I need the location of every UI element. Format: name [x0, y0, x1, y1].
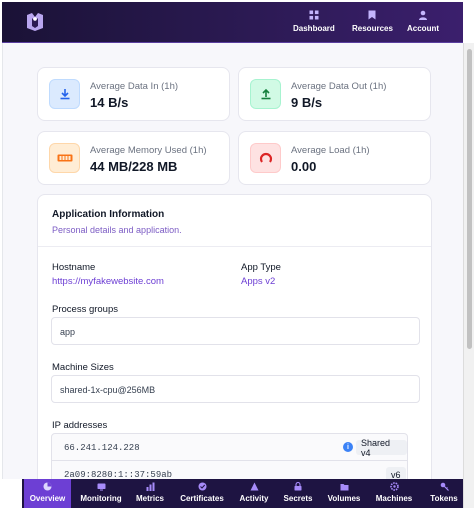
tab-label: Secrets: [283, 494, 313, 503]
stat-card-data-in: Average Data In (1h) 14 B/s: [37, 67, 230, 121]
machine-sizes-field: shared-1x-cpu@256MB: [51, 375, 420, 403]
section-subtitle: Personal details and application.: [52, 225, 182, 235]
tab-activity[interactable]: Activity: [235, 479, 273, 508]
tab-label: Activity: [239, 494, 269, 503]
tab-monitoring[interactable]: Monitoring: [78, 479, 124, 508]
user-icon: [418, 10, 428, 20]
pie-icon: [43, 482, 52, 491]
divider: [38, 246, 431, 247]
bookmark-icon: [367, 10, 377, 20]
application-info-card: Application Information Personal details…: [37, 194, 432, 479]
nav-account[interactable]: Account: [407, 10, 439, 33]
stat-card-memory: Average Memory Used (1h) 44 MB/228 MB: [37, 131, 230, 185]
ip-row: 66.241.124.228 i Shared v4: [51, 433, 408, 461]
process-groups-value: app: [60, 327, 76, 337]
memory-icon: [49, 143, 80, 173]
tab-label: Tokens: [430, 494, 458, 503]
bottom-tab-bar: Overview Monitoring Metrics Certificates…: [22, 479, 463, 508]
ip-address: 2a09:8280:1::37:59ab: [64, 470, 173, 479]
tab-label: Volumes: [327, 494, 361, 503]
stat-value: 44 MB/228 MB: [90, 159, 178, 174]
folder-icon: [340, 482, 349, 491]
grid-icon: [309, 10, 319, 20]
ip-address: 66.241.124.228: [64, 443, 140, 453]
tab-label: Monitoring: [80, 494, 122, 503]
tab-machines[interactable]: Machines: [372, 479, 416, 508]
cog-icon: [389, 482, 399, 491]
app-type-link[interactable]: Apps v2: [241, 276, 275, 287]
tab-certificates[interactable]: Certificates: [177, 479, 227, 508]
tab-metrics[interactable]: Metrics: [130, 479, 170, 508]
lock-icon: [294, 482, 303, 491]
top-navbar: Dashboard Resources Account: [2, 2, 463, 43]
bars-icon: [146, 482, 155, 491]
stat-value: 0.00: [291, 159, 317, 174]
stat-label: Average Load (1h): [291, 145, 370, 156]
hostname-label: Hostname: [52, 262, 96, 273]
monitor-icon: [97, 482, 106, 491]
machine-sizes-label: Machine Sizes: [52, 362, 114, 373]
gauge-icon: [250, 143, 281, 173]
nav-resources-label: Resources: [352, 24, 393, 33]
tab-secrets[interactable]: Secrets: [280, 479, 316, 508]
download-icon: [49, 79, 80, 109]
nav-dashboard[interactable]: Dashboard: [293, 10, 335, 33]
tab-tokens[interactable]: Tokens: [424, 479, 463, 508]
stat-value: 14 B/s: [90, 95, 129, 110]
upload-icon: [250, 79, 281, 109]
stat-label: Average Data In (1h): [90, 81, 179, 92]
scrollbar-track-end: [463, 479, 474, 508]
process-groups-label: Process groups: [52, 304, 119, 315]
key-icon: [440, 482, 449, 491]
badge-icon: [198, 482, 207, 491]
stat-card-load: Average Load (1h) 0.00: [238, 131, 431, 185]
app-type-label: App Type: [241, 262, 281, 273]
machine-sizes-value: shared-1x-cpu@256MB: [60, 385, 156, 395]
stat-label: Average Memory Used (1h): [90, 145, 207, 156]
scrollbar-thumb[interactable]: [467, 49, 472, 349]
app-logo[interactable]: [24, 11, 46, 33]
stat-label: Average Data Out (1h): [291, 81, 387, 92]
section-title: Application Information: [52, 209, 165, 220]
main-content: Average Data In (1h) 14 B/s Average Data…: [2, 43, 463, 479]
tab-label: Machines: [375, 494, 413, 503]
nav-account-label: Account: [407, 24, 439, 33]
stat-value: 9 B/s: [291, 95, 323, 110]
tab-label: Metrics: [135, 494, 164, 503]
process-groups-field: app: [51, 317, 420, 345]
ip-row: 2a09:8280:1::37:59ab v6: [51, 461, 408, 479]
ip-type-badge: Shared v4: [356, 438, 407, 458]
nav-dashboard-label: Dashboard: [293, 24, 335, 33]
window-bottom-edge: [0, 508, 474, 523]
hostname-link[interactable]: https://myfakewebsite.com: [52, 276, 164, 287]
tab-volumes[interactable]: Volumes: [324, 479, 364, 508]
tab-overview[interactable]: Overview: [24, 479, 71, 508]
tab-label: Overview: [29, 494, 66, 503]
ip-addresses-label: IP addresses: [52, 420, 108, 431]
info-icon[interactable]: i: [343, 442, 353, 452]
tab-label: Certificates: [180, 494, 224, 503]
ip-type-badge: v6: [386, 467, 406, 479]
stat-card-data-out: Average Data Out (1h) 9 B/s: [238, 67, 431, 121]
nav-resources[interactable]: Resources: [352, 10, 393, 33]
page-scrollbar[interactable]: [463, 43, 474, 479]
activity-icon: [250, 482, 259, 491]
